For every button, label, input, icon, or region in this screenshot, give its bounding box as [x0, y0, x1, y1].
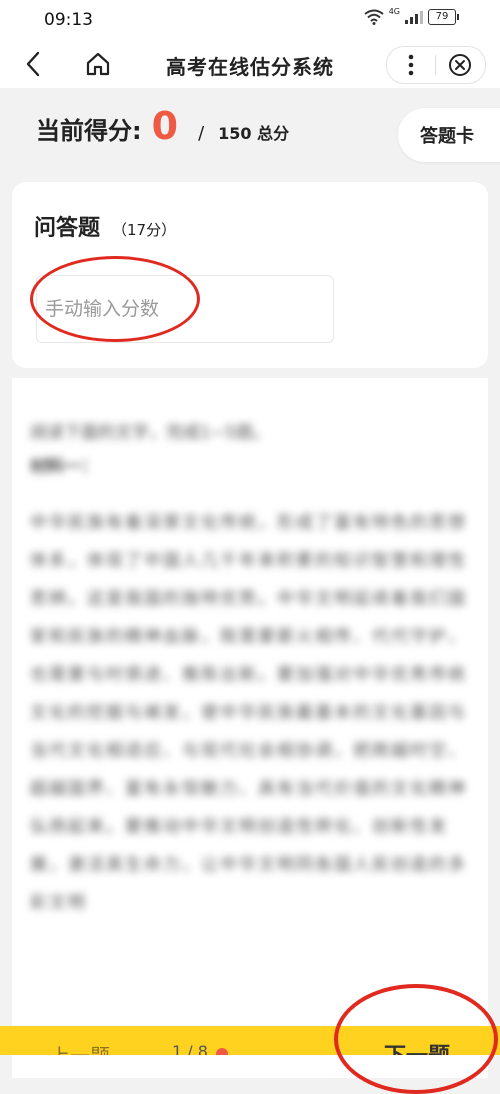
current-score: 当前得分: 0 / 150 总分: [36, 104, 289, 148]
progress-dot: [216, 1048, 228, 1055]
score-separator: /: [198, 123, 205, 144]
passage-intro: 阅读下面的文字，完成1~5题。: [30, 423, 270, 443]
wifi-icon: [364, 9, 384, 25]
signal-icon: [405, 11, 423, 24]
system-icons: 4G 79: [364, 6, 459, 25]
score-total: 150 总分: [218, 124, 290, 143]
prev-question-button[interactable]: 上一题: [50, 1040, 110, 1055]
bottom-nav-bar: 上一题 1 / 8 下一题: [0, 1026, 500, 1055]
close-button[interactable]: [436, 47, 484, 83]
question-header: 问答题 （17分）: [34, 210, 176, 242]
score-label: 当前得分:: [36, 117, 142, 145]
score-value: 0: [151, 104, 179, 148]
status-time: 09:13: [44, 10, 93, 30]
status-bar: 09:13 4G 79: [0, 0, 500, 40]
battery-icon: 79: [428, 9, 459, 25]
question-progress: 1 / 8: [172, 1042, 208, 1055]
answer-card-button[interactable]: 答题卡: [398, 108, 500, 162]
more-dots-icon: [408, 54, 414, 76]
passage-material-label: 材料一：: [30, 457, 98, 477]
close-circle-icon: [449, 54, 471, 76]
question-type: 问答题: [34, 216, 101, 241]
question-card: 问答题 （17分）: [12, 182, 488, 368]
nav-bar: 高考在线估分系统: [0, 40, 500, 88]
more-button[interactable]: [387, 47, 435, 83]
mini-program-capsule: [386, 46, 486, 84]
reading-passage: 阅读下面的文字，完成1~5题。 材料一： 中华民族有着深厚文化传统，形成了富有特…: [12, 378, 488, 1078]
question-points: （17分）: [112, 221, 177, 239]
network-type: 4G: [388, 6, 400, 16]
score-input[interactable]: [36, 275, 334, 343]
next-question-button[interactable]: 下一题: [384, 1038, 450, 1055]
passage-body: 中华民族有着深厚文化传统，形成了富有特色的思想体系，体现了中国人几千年来积累的知…: [30, 513, 467, 913]
